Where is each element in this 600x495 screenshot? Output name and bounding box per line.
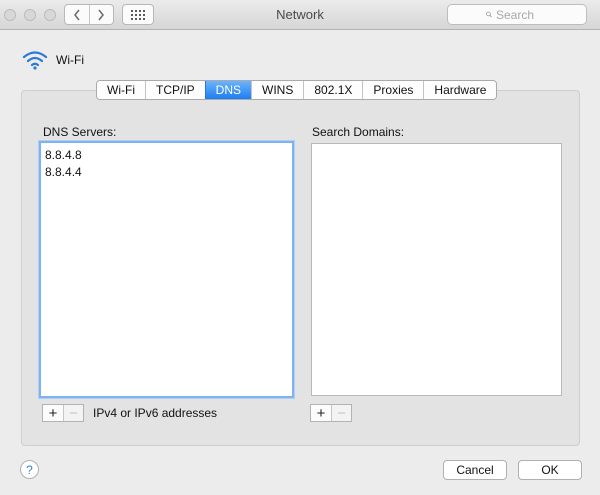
connection-header: Wi-Fi [22, 50, 84, 70]
tab-8021x[interactable]: 802.1X [303, 81, 363, 99]
search-domains-label: Search Domains: [312, 125, 405, 139]
tab-bar: Wi-Fi TCP/IP DNS WINS 802.1X Proxies Har… [96, 80, 498, 100]
search-domains-add-remove-group: + − [310, 404, 352, 422]
dns-servers-label: DNS Servers: [43, 125, 117, 139]
dns-servers-list[interactable]: 8.8.4.8 8.8.4.4 [39, 141, 294, 398]
search-domains-list[interactable] [311, 143, 562, 396]
remove-search-domain-button[interactable]: − [331, 405, 351, 422]
tab-tcpip[interactable]: TCP/IP [144, 81, 205, 99]
tab-wins[interactable]: WINS [251, 81, 304, 99]
wifi-icon [22, 51, 48, 70]
tab-wifi[interactable]: Wi-Fi [97, 81, 145, 99]
dns-hint-text: IPv4 or IPv6 addresses [93, 406, 218, 420]
connection-name: Wi-Fi [56, 53, 84, 67]
search-input[interactable] [496, 7, 586, 22]
search-icon [486, 11, 492, 18]
tab-dns[interactable]: DNS [204, 81, 251, 99]
add-search-domain-button[interactable]: + [311, 405, 331, 422]
dns-add-remove-group: + − [42, 404, 84, 422]
ok-button[interactable]: OK [518, 460, 582, 480]
list-item[interactable]: 8.8.4.8 [45, 147, 288, 164]
search-field[interactable] [447, 4, 587, 25]
tab-proxies[interactable]: Proxies [362, 81, 424, 99]
cancel-button[interactable]: Cancel [443, 460, 507, 480]
remove-dns-server-button[interactable]: − [63, 405, 83, 422]
tab-hardware[interactable]: Hardware [423, 81, 497, 99]
title-bar: Network [0, 0, 600, 30]
add-dns-server-button[interactable]: + [43, 405, 63, 422]
help-button[interactable]: ? [20, 460, 39, 479]
list-item[interactable]: 8.8.4.4 [45, 164, 288, 181]
